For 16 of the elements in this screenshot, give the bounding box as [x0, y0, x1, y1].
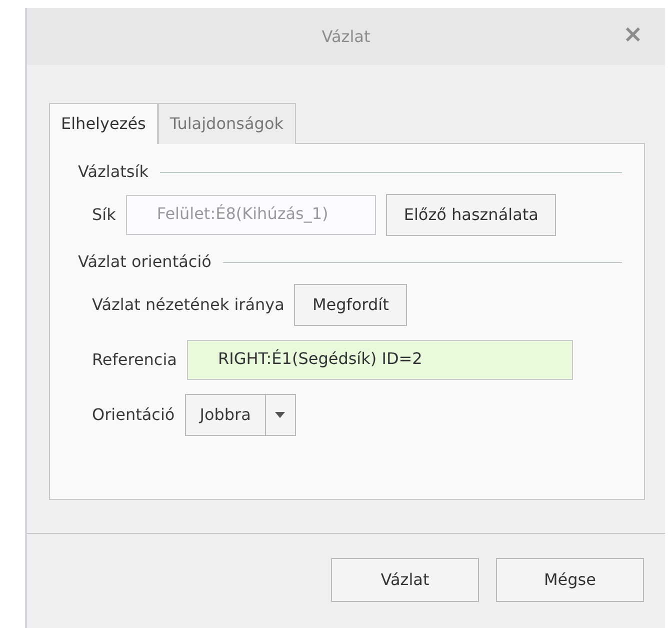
tab[interactable]: Elhelyezés: [49, 103, 158, 144]
window-title: Vázlat: [322, 26, 370, 48]
button[interactable]: Megfordít: [294, 284, 407, 326]
button[interactable]: Előző használata: [386, 194, 556, 236]
caret-icon: [275, 412, 286, 418]
dropdown[interactable]: Jobbra: [184, 394, 296, 436]
input-field[interactable]: RIGHT:É1(Segédsík) ID=2: [186, 340, 573, 380]
button[interactable]: Mégse: [496, 558, 644, 602]
section-heading: Vázlatsík: [78, 161, 148, 183]
field-label: Vázlat nézetének iránya: [92, 294, 284, 316]
section-heading: Vázlat orientáció: [78, 251, 212, 273]
field-label: Orientáció: [92, 404, 175, 426]
tab[interactable]: Tulajdonságok: [158, 103, 296, 144]
field-label: Referencia: [92, 349, 177, 371]
field-label: Sík: [92, 204, 116, 226]
button[interactable]: Vázlat: [331, 558, 479, 602]
